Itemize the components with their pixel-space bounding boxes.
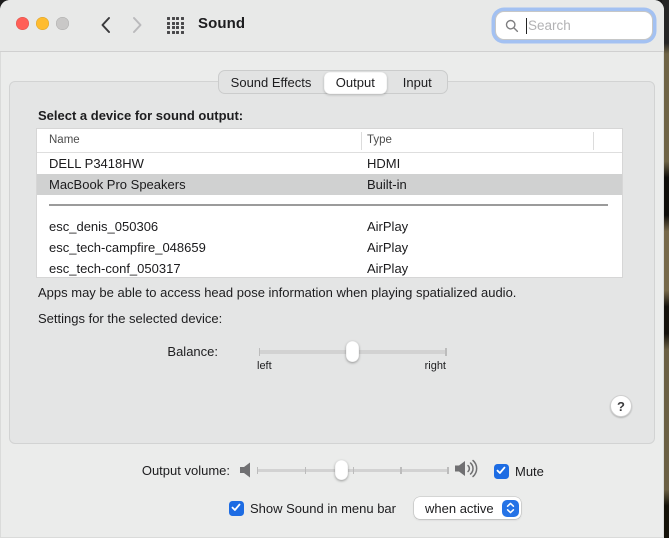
dropdown-chevrons-icon <box>502 500 519 517</box>
table-row[interactable]: esc_denis_050306 AirPlay <box>37 216 622 237</box>
device-table: Name Type DELL P3418HW HDMI MacBook Pro … <box>36 128 623 278</box>
device-name: DELL P3418HW <box>49 156 144 171</box>
mute-label[interactable]: Mute <box>515 464 544 479</box>
menu-bar-visibility-dropdown[interactable]: when active <box>414 497 521 519</box>
tab-input[interactable]: Input <box>388 71 447 93</box>
slider-tick <box>257 467 259 474</box>
checkmark-icon <box>231 499 241 517</box>
column-header-type[interactable]: Type <box>367 134 392 146</box>
device-name: esc_denis_050306 <box>49 219 158 234</box>
checkmark-icon <box>496 462 506 480</box>
slider-tick <box>305 467 307 474</box>
forward-chevron-icon <box>132 16 143 37</box>
column-divider[interactable] <box>593 132 594 150</box>
screenshot-root: Sound Search Sound Effects Output Input … <box>0 0 669 538</box>
slider-tick <box>353 467 355 474</box>
zoom-button[interactable] <box>56 17 69 30</box>
balance-right-label: right <box>396 360 446 372</box>
system-preferences-sound-window: Sound Search Sound Effects Output Input … <box>0 0 664 538</box>
device-type: AirPlay <box>367 261 408 276</box>
balance-slider-thumb[interactable] <box>346 341 359 362</box>
slider-tick <box>259 348 261 356</box>
device-section-label: Select a device for sound output: <box>38 108 243 123</box>
back-chevron-icon <box>100 16 111 37</box>
device-type: HDMI <box>367 156 400 171</box>
table-row[interactable]: esc_tech-campfire_048659 AirPlay <box>37 237 622 258</box>
table-row[interactable]: DELL P3418HW HDMI <box>37 153 622 174</box>
settings-section-label: Settings for the selected device: <box>38 311 222 326</box>
column-header-name[interactable]: Name <box>49 134 80 146</box>
speaker-quiet-icon <box>240 462 253 478</box>
column-divider[interactable] <box>361 132 362 150</box>
balance-left-label: left <box>257 360 272 372</box>
table-row-selected[interactable]: MacBook Pro Speakers Built-in <box>37 174 622 195</box>
tab-sound-effects[interactable]: Sound Effects <box>219 71 323 93</box>
table-header: Name Type <box>37 129 622 153</box>
slider-tick <box>400 467 402 474</box>
search-placeholder: Search <box>528 18 571 33</box>
balance-slider[interactable] <box>259 350 446 354</box>
dropdown-selected-value: when active <box>425 501 502 516</box>
tab-output[interactable]: Output <box>324 72 387 94</box>
show-sound-menu-bar-label[interactable]: Show Sound in menu bar <box>250 501 396 516</box>
help-button[interactable]: ? <box>610 395 632 417</box>
output-volume-label: Output volume: <box>0 463 230 478</box>
back-button[interactable] <box>96 13 114 39</box>
device-name: esc_tech-campfire_048659 <box>49 240 206 255</box>
toolbar: Sound Search <box>0 0 664 52</box>
device-type: Built-in <box>367 177 407 192</box>
text-caret <box>526 18 527 34</box>
speaker-loud-icon <box>455 459 478 478</box>
window-title: Sound <box>198 15 245 32</box>
minimize-button[interactable] <box>36 17 49 30</box>
forward-button[interactable] <box>128 13 146 39</box>
slider-tick <box>447 467 449 474</box>
close-button[interactable] <box>16 17 29 30</box>
mute-checkbox[interactable] <box>494 464 509 479</box>
output-volume-slider-thumb[interactable] <box>335 460 348 480</box>
device-type: AirPlay <box>367 240 408 255</box>
spatial-audio-note: Apps may be able to access head pose inf… <box>38 285 516 300</box>
table-row[interactable]: esc_tech-conf_050317 AirPlay <box>37 258 622 279</box>
show-sound-menu-bar-checkbox[interactable] <box>229 501 244 516</box>
slider-tick <box>445 348 447 356</box>
show-all-grid-button[interactable] <box>167 17 186 34</box>
device-type: AirPlay <box>367 219 408 234</box>
search-input[interactable]: Search <box>495 11 653 40</box>
device-name: esc_tech-conf_050317 <box>49 261 181 276</box>
output-volume-slider[interactable] <box>257 469 448 472</box>
search-icon <box>505 19 519 33</box>
separator-line <box>49 204 608 206</box>
tab-bar: Sound Effects Output Input <box>218 70 448 94</box>
table-separator-row <box>37 195 622 216</box>
device-name: MacBook Pro Speakers <box>49 177 186 192</box>
balance-label: Balance: <box>0 344 218 359</box>
